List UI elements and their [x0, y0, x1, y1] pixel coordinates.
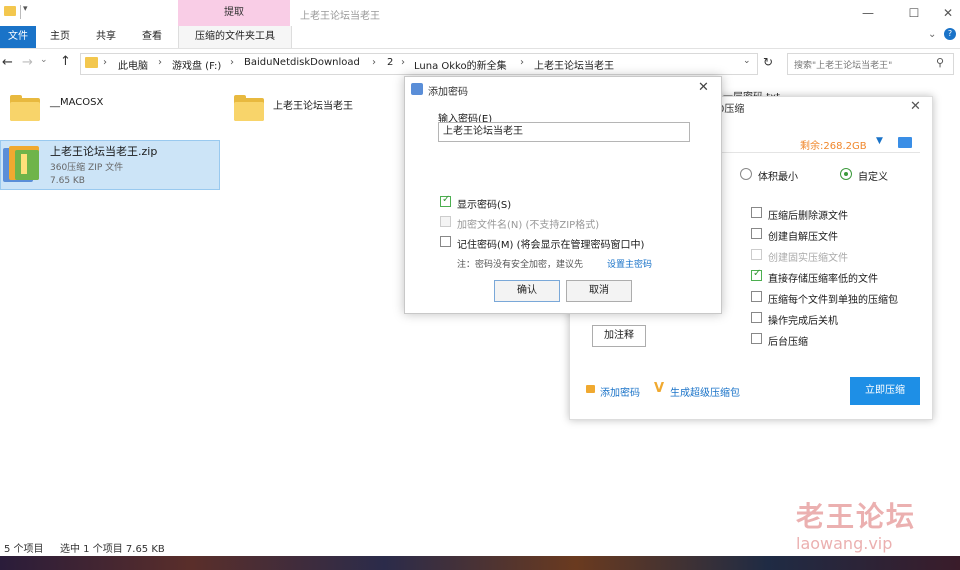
- security-note: 注：密码没有安全加密，建议先: [457, 260, 584, 270]
- crumb-separator: ›: [230, 57, 234, 68]
- file-name-folder[interactable]: 上老王论坛当老王: [273, 97, 353, 112]
- free-space-label: 剩余:268.2GB: [800, 141, 867, 152]
- password-input[interactable]: 上老王论坛当老王: [438, 122, 690, 142]
- dialog-app-icon: [411, 83, 423, 95]
- compress-dialog-close-icon[interactable]: ✕: [910, 99, 921, 114]
- forward-icon[interactable]: →: [22, 55, 33, 70]
- refresh-icon[interactable]: ↻: [763, 55, 773, 69]
- back-icon[interactable]: ←: [2, 55, 13, 70]
- context-tab-extract[interactable]: 提取: [178, 0, 290, 26]
- address-dropdown-icon[interactable]: ⌄: [743, 56, 751, 66]
- maximize-button[interactable]: ☐: [902, 5, 926, 21]
- separator: [20, 5, 21, 19]
- radio-smallest[interactable]: [740, 168, 752, 180]
- ribbon-expand-icon[interactable]: ⌄: [928, 29, 936, 40]
- folder-icon[interactable]: [10, 95, 40, 121]
- password-dialog-close-icon[interactable]: ✕: [698, 80, 709, 95]
- tab-home[interactable]: 主页: [50, 26, 70, 48]
- recent-icon[interactable]: ⌄: [40, 55, 48, 65]
- option-label[interactable]: 压缩后删除源文件: [768, 207, 848, 222]
- option-label[interactable]: 压缩每个文件到单独的压缩包: [768, 291, 898, 306]
- remember-password-label[interactable]: 记住密码(M) (将会显示在管理密码窗口中): [457, 236, 644, 251]
- help-icon[interactable]: ?: [944, 28, 956, 40]
- close-button[interactable]: ✕: [936, 5, 960, 21]
- super-archive-icon[interactable]: V: [654, 381, 664, 396]
- tab-view[interactable]: 查看: [142, 26, 162, 48]
- lock-icon[interactable]: [586, 385, 595, 393]
- cancel-button[interactable]: 取消: [566, 280, 632, 302]
- zip-archive-icon: [3, 146, 43, 184]
- selection-info: 选中 1 个项目 7.65 KB: [60, 544, 165, 555]
- add-comment-button[interactable]: 加注释: [592, 325, 646, 347]
- confirm-button[interactable]: 确认: [494, 280, 560, 302]
- desktop-strip: [0, 556, 960, 570]
- browse-folder-icon[interactable]: [898, 137, 912, 148]
- address-folder-icon: [85, 57, 98, 68]
- option-label[interactable]: 创建自解压文件: [768, 228, 838, 243]
- search-icon[interactable]: ⚲: [936, 56, 944, 69]
- up-icon[interactable]: ↑: [60, 54, 71, 69]
- quick-access-folder-icon[interactable]: [4, 6, 16, 16]
- tab-compressed-folder-tools[interactable]: 压缩的文件夹工具: [178, 26, 292, 48]
- item-count: 5 个项目: [4, 544, 44, 555]
- file-name-zip[interactable]: 上老王论坛当老王.zip: [50, 143, 157, 159]
- file-name-macosx[interactable]: __MACOSX: [50, 97, 103, 108]
- option-checkbox[interactable]: [751, 291, 762, 302]
- set-master-password-link[interactable]: 设置主密码: [607, 257, 652, 270]
- crumb-separator: ›: [372, 57, 376, 68]
- crumb-separator: ›: [401, 57, 405, 68]
- compress-now-button[interactable]: 立即压缩: [850, 377, 920, 405]
- option-checkbox[interactable]: [751, 228, 762, 239]
- encrypt-names-checkbox: [440, 216, 451, 227]
- crumb-baidunetdisk[interactable]: BaiduNetdiskDownload: [244, 57, 360, 68]
- option-label[interactable]: 操作完成后关机: [768, 312, 838, 327]
- option-checkbox-checked[interactable]: [751, 268, 762, 281]
- file-type-zip: 360压缩 ZIP 文件: [50, 163, 124, 173]
- show-password-label[interactable]: 显示密码(S): [457, 196, 511, 211]
- show-password-checkbox[interactable]: [440, 194, 451, 207]
- radio-custom[interactable]: [840, 168, 852, 180]
- watermark-url: laowang.vip: [796, 534, 893, 553]
- option-label-disabled: 创建固实压缩文件: [768, 253, 848, 264]
- crumb-2[interactable]: 2: [387, 57, 393, 68]
- crumb-game-drive[interactable]: 游戏盘 (F:): [172, 57, 221, 72]
- make-super-archive-link[interactable]: 生成超级压缩包: [670, 384, 740, 399]
- watermark-logo: 老王论坛: [796, 500, 917, 533]
- password-dialog-title: 添加密码: [428, 87, 468, 98]
- title-bar: [0, 0, 960, 26]
- crumb-separator: ›: [103, 57, 107, 68]
- option-checkbox[interactable]: [751, 312, 762, 323]
- radio-smallest-label[interactable]: 体积最小: [758, 168, 798, 183]
- crumb-separator: ›: [520, 57, 524, 68]
- option-checkbox[interactable]: [751, 207, 762, 218]
- folder-icon[interactable]: [234, 95, 264, 121]
- file-size-zip: 7.65 KB: [50, 176, 85, 186]
- add-password-link[interactable]: 添加密码: [600, 384, 640, 399]
- option-checkbox-disabled: [751, 249, 762, 260]
- option-checkbox[interactable]: [751, 333, 762, 344]
- crumb-separator: ›: [158, 57, 162, 68]
- radio-custom-label[interactable]: 自定义: [858, 168, 888, 183]
- customize-toolbar-icon[interactable]: ▾: [23, 4, 28, 14]
- search-placeholder: 搜索"上老王论坛当老王": [794, 61, 893, 71]
- tab-file[interactable]: 文件: [0, 26, 36, 48]
- remember-password-checkbox[interactable]: [440, 236, 451, 247]
- crumb-current-folder[interactable]: 上老王论坛当老王: [534, 57, 614, 72]
- path-dropdown-icon[interactable]: ▼: [876, 136, 883, 146]
- encrypt-names-label: 加密文件名(N) (不支持ZIP格式): [457, 220, 600, 231]
- window-title: 上老王论坛当老王: [300, 11, 380, 22]
- option-label[interactable]: 后台压缩: [768, 333, 808, 348]
- crumb-luna-okko[interactable]: Luna Okko的新全集: [414, 57, 507, 72]
- crumb-this-pc[interactable]: 此电脑: [118, 57, 148, 72]
- option-label[interactable]: 直接存储压缩率低的文件: [768, 270, 878, 285]
- tab-share[interactable]: 共享: [96, 26, 116, 48]
- minimize-button[interactable]: —: [856, 5, 880, 21]
